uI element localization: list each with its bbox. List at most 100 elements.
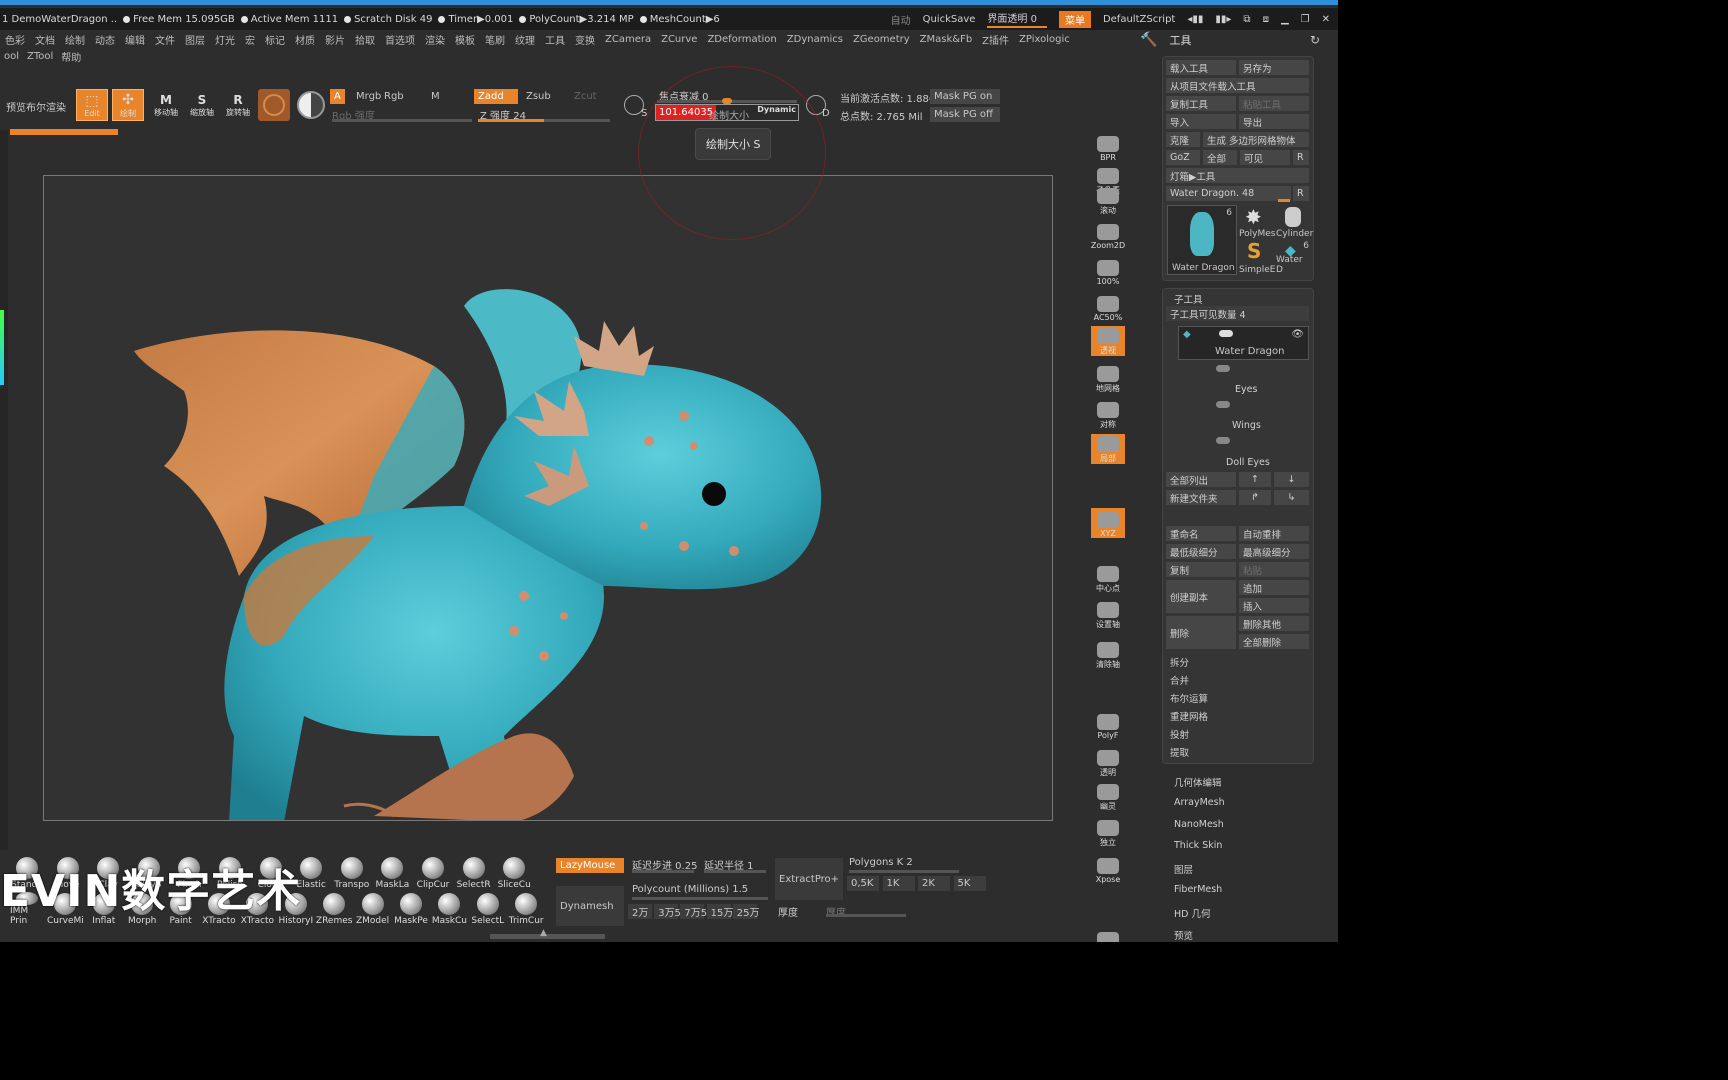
- tool-r-button[interactable]: R: [1293, 186, 1309, 201]
- tool-thumb-water-dragon[interactable]: 6 Water Dragon: [1167, 205, 1237, 275]
- tool-thumb-cylinder[interactable]: Cylinder: [1275, 205, 1313, 239]
- new-folder-button[interactable]: 新建文件夹: [1166, 490, 1236, 505]
- tool-subpalette-item[interactable]: NanoMesh: [1174, 819, 1224, 830]
- zadd-toggle[interactable]: Zadd: [474, 89, 518, 104]
- tool-subpalette-item[interactable]: 几何体编辑: [1174, 775, 1222, 789]
- right-shelf-button[interactable]: 透明: [1091, 748, 1125, 778]
- menu-item[interactable]: ZMask&Fb: [920, 34, 973, 45]
- create-copy-button[interactable]: 创建副本: [1166, 580, 1236, 613]
- right-shelf-button[interactable]: 对称: [1091, 400, 1125, 430]
- right-shelf-button[interactable]: 地网格: [1091, 364, 1125, 394]
- menu-item[interactable]: ZPixologic: [1019, 34, 1070, 45]
- brush-slot[interactable]: SliceCu: [497, 856, 531, 890]
- right-shelf-button[interactable]: AC50%: [1091, 292, 1125, 322]
- right-shelf-button[interactable]: 清除轴: [1091, 640, 1125, 670]
- close-icon[interactable]: ✕: [1322, 14, 1330, 25]
- menu-item[interactable]: 色彩: [5, 32, 25, 47]
- menu-item[interactable]: 文件: [155, 32, 175, 47]
- right-shelf-button[interactable]: 设置轴: [1091, 600, 1125, 630]
- layout-right-icon[interactable]: ▮▮▸: [1215, 14, 1231, 25]
- tool-thumb-simple[interactable]: S SimpleE: [1239, 239, 1275, 275]
- window-tile-icon[interactable]: ⧉: [1243, 14, 1250, 25]
- auto-reorder-button[interactable]: 自动重排: [1239, 526, 1309, 541]
- quicksave-button[interactable]: QuickSave: [923, 14, 976, 25]
- polygons-k-slider[interactable]: Polygons K 2: [849, 857, 913, 868]
- layout-left-icon[interactable]: ◂▮▮: [1187, 14, 1203, 25]
- window-cascade-icon[interactable]: ⧈: [1263, 14, 1269, 25]
- m-toggle[interactable]: M: [427, 89, 444, 104]
- tool-subpalette-item[interactable]: FiberMesh: [1174, 884, 1222, 895]
- polygons-k-option[interactable]: 0,5K: [847, 876, 879, 891]
- tool-subpalette-item[interactable]: Thick Skin: [1174, 840, 1222, 851]
- menu-item[interactable]: 宏: [245, 32, 255, 47]
- right-shelf-button[interactable]: 滚动: [1091, 186, 1125, 216]
- dynamesh-button[interactable]: Dynamesh: [556, 886, 624, 926]
- menu-item[interactable]: 编辑: [125, 32, 145, 47]
- brush-slot[interactable]: Transpo: [334, 856, 369, 890]
- remesh-subpalette[interactable]: 重建网格: [1170, 709, 1208, 723]
- palette-refresh-icon[interactable]: ↻: [1310, 33, 1320, 47]
- menu-item[interactable]: 灯光: [215, 32, 235, 47]
- tool-thumb-polymesh[interactable]: ✸ PolyMes: [1239, 205, 1275, 239]
- menu-item[interactable]: 纹理: [515, 32, 535, 47]
- minimize-icon[interactable]: ▁: [1281, 14, 1289, 25]
- right-shelf-button[interactable]: On Off: [1091, 928, 1125, 942]
- menu-item[interactable]: 标记: [265, 32, 285, 47]
- scale-button[interactable]: S 缩放轴: [186, 89, 218, 121]
- import-button[interactable]: 导入: [1166, 114, 1236, 129]
- goz-r-button[interactable]: R: [1293, 150, 1309, 165]
- list-all-button[interactable]: 全部列出: [1166, 472, 1236, 487]
- thickness-slider[interactable]: 厚度: [778, 904, 798, 919]
- menu-item[interactable]: 笔刷: [485, 32, 505, 47]
- clone-button[interactable]: 克隆: [1166, 132, 1200, 147]
- subtool-toggle-icon[interactable]: [1216, 401, 1230, 408]
- menu-item[interactable]: ZGeometry: [853, 34, 910, 45]
- subtool-item-water-dragon[interactable]: Water Dragon ◆ 👁: [1178, 326, 1309, 360]
- rgb-intensity-track[interactable]: [332, 119, 472, 122]
- brush-slot[interactable]: MaskLa: [375, 856, 409, 890]
- brush-slot[interactable]: MaskCu: [432, 892, 467, 926]
- lazymouse-button[interactable]: LazyMouse: [556, 858, 624, 873]
- a-toggle[interactable]: A: [330, 89, 345, 104]
- brush-slot[interactable]: MaskPe: [394, 892, 428, 926]
- draw-button[interactable]: ✣ 绘制: [112, 89, 144, 121]
- mask-pg-off-button[interactable]: Mask PG off: [930, 107, 1000, 122]
- save-as-button[interactable]: 另存为: [1239, 60, 1309, 75]
- brush-slot[interactable]: ClipCur: [416, 856, 450, 890]
- lazy-radius-track[interactable]: [704, 870, 766, 873]
- color-picker-icon[interactable]: [297, 91, 325, 119]
- extract-subpalette[interactable]: 提取: [1170, 745, 1189, 759]
- polycount-preset[interactable]: 15万: [706, 904, 733, 919]
- move-up-icon[interactable]: ↑: [1239, 472, 1271, 487]
- default-script-button[interactable]: DefaultZScript: [1103, 14, 1175, 25]
- right-shelf-button[interactable]: 100%: [1091, 256, 1125, 286]
- tool-subpalette-item[interactable]: HD 几何: [1174, 906, 1210, 920]
- scroll-up-icon[interactable]: ▲: [540, 928, 547, 938]
- brush-slot[interactable]: SelectL: [471, 892, 505, 926]
- polycount-preset[interactable]: 3万5: [654, 904, 681, 919]
- menu-item[interactable]: 模板: [455, 32, 475, 47]
- move-button[interactable]: M 移动轴: [150, 89, 182, 121]
- make-polymesh-button[interactable]: 生成 多边形网格物体: [1203, 132, 1309, 147]
- edit-button[interactable]: ⬚ Edit: [76, 89, 108, 121]
- menu-button[interactable]: 菜单: [1058, 10, 1091, 28]
- lightbox-tools-button[interactable]: 灯箱▶工具: [1166, 168, 1309, 183]
- right-shelf-button[interactable]: PolyF: [1091, 710, 1125, 740]
- polygons-k-track[interactable]: [849, 870, 959, 873]
- eye-icon[interactable]: 👁: [1291, 329, 1304, 340]
- menu-item[interactable]: 绘制: [65, 32, 85, 47]
- polycount-slider[interactable]: Polycount (Millions) 1.5: [632, 884, 748, 895]
- polycount-preset[interactable]: 2万: [628, 904, 652, 919]
- menu-item[interactable]: 工具: [545, 32, 565, 47]
- move-down-icon[interactable]: ↓: [1274, 472, 1309, 487]
- export-button[interactable]: 导出: [1239, 114, 1309, 129]
- right-shelf-button[interactable]: Xpose: [1091, 854, 1125, 884]
- thickness-track[interactable]: [826, 914, 906, 917]
- arrow-down-right-icon[interactable]: ↳: [1274, 490, 1309, 505]
- right-shelf-button[interactable]: 局部: [1091, 434, 1125, 464]
- subtool-toggle-icon[interactable]: [1216, 437, 1230, 444]
- load-from-project-button[interactable]: 从项目文件载入工具: [1166, 78, 1309, 93]
- menu-item[interactable]: 材质: [295, 32, 315, 47]
- right-shelf-button[interactable]: BPR: [1091, 132, 1125, 162]
- subtool-header[interactable]: 子工具: [1174, 292, 1203, 306]
